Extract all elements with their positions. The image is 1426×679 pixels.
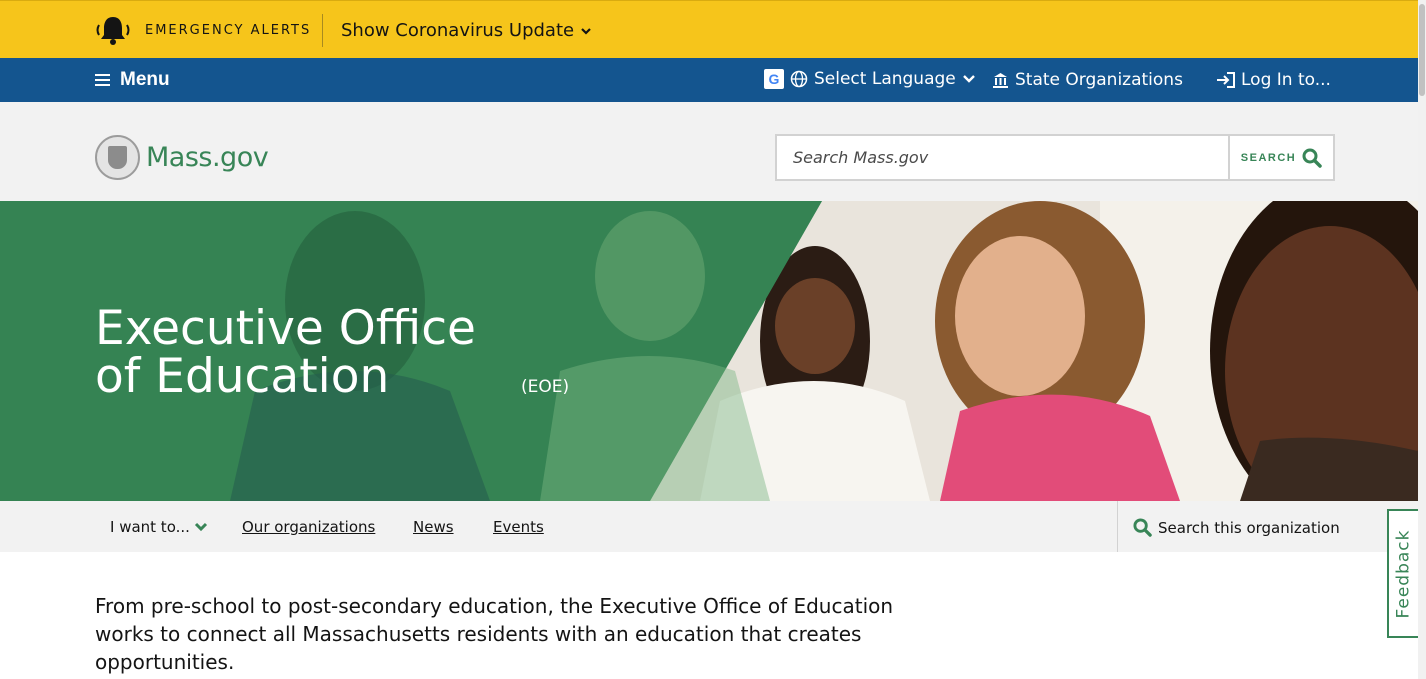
- org-nav-divider: [1117, 501, 1118, 552]
- menu-button[interactable]: Menu: [95, 69, 170, 91]
- emergency-alerts-label: EMERGENCY ALERTS: [145, 23, 312, 38]
- mass-gov-logo-text[interactable]: Mass.gov: [146, 142, 269, 173]
- search-this-organization-button[interactable]: Search this organization: [1133, 518, 1340, 537]
- search-button-label: SEARCH: [1240, 151, 1297, 164]
- massachusetts-seal-logo[interactable]: [95, 135, 140, 180]
- capitol-building-icon: [993, 72, 1008, 88]
- page-title: Executive Office of Education (EOE): [95, 305, 569, 411]
- intro-paragraph: From pre-school to post-secondary educat…: [95, 594, 894, 674]
- chevron-down-icon: [194, 522, 207, 532]
- globe-icon: [790, 70, 808, 88]
- chevron-down-icon: [962, 75, 975, 83]
- search-input[interactable]: [777, 136, 1228, 179]
- search-icon: [1133, 518, 1152, 537]
- emergency-alerts-bar: EMERGENCY ALERTS Show Coronavirus Update: [0, 0, 1418, 58]
- page-title-abbreviation: (EOE): [521, 377, 570, 397]
- site-search: SEARCH: [775, 134, 1335, 181]
- feedback-label: Feedback: [1393, 529, 1414, 618]
- scrollbar[interactable]: [1418, 0, 1426, 679]
- utility-nav: Menu G Select Language State Organizatio…: [0, 58, 1418, 102]
- hero-banner: Executive Office of Education (EOE): [0, 201, 1418, 501]
- show-coronavirus-update-button[interactable]: Show Coronavirus Update: [341, 20, 592, 41]
- i-want-to-dropdown[interactable]: I want to...: [110, 518, 208, 536]
- site-header: Mass.gov SEARCH: [0, 102, 1418, 201]
- search-button[interactable]: SEARCH: [1228, 136, 1333, 179]
- alerts-divider: [322, 14, 323, 47]
- chevron-down-icon: [581, 27, 591, 35]
- state-organizations-link[interactable]: State Organizations: [992, 70, 1183, 90]
- i-want-to-label: I want to...: [110, 518, 190, 536]
- select-language-dropdown[interactable]: G Select Language: [764, 69, 976, 89]
- state-organizations-label: State Organizations: [1015, 70, 1183, 90]
- search-icon: [1302, 148, 1322, 168]
- menu-label: Menu: [120, 69, 170, 90]
- events-link[interactable]: Events: [493, 518, 544, 536]
- organization-nav: I want to... Our organizations News Even…: [0, 501, 1418, 552]
- feedback-tab[interactable]: Feedback: [1387, 509, 1418, 638]
- sign-in-icon: [1217, 72, 1235, 88]
- bell-icon: [96, 17, 130, 45]
- search-this-organization-label: Search this organization: [1158, 518, 1340, 537]
- google-translate-icon: G: [764, 69, 784, 89]
- select-language-label: Select Language: [814, 69, 956, 89]
- page-title-text: Executive Office of Education: [95, 301, 476, 404]
- coronavirus-toggle-label: Show Coronavirus Update: [341, 20, 575, 41]
- log-in-label: Log In to...: [1241, 70, 1331, 90]
- news-link[interactable]: News: [413, 518, 454, 536]
- scrollbar-thumb[interactable]: [1419, 4, 1425, 96]
- log-in-to-button[interactable]: Log In to...: [1216, 70, 1331, 90]
- hamburger-icon: [95, 74, 110, 86]
- our-organizations-link[interactable]: Our organizations: [242, 518, 375, 536]
